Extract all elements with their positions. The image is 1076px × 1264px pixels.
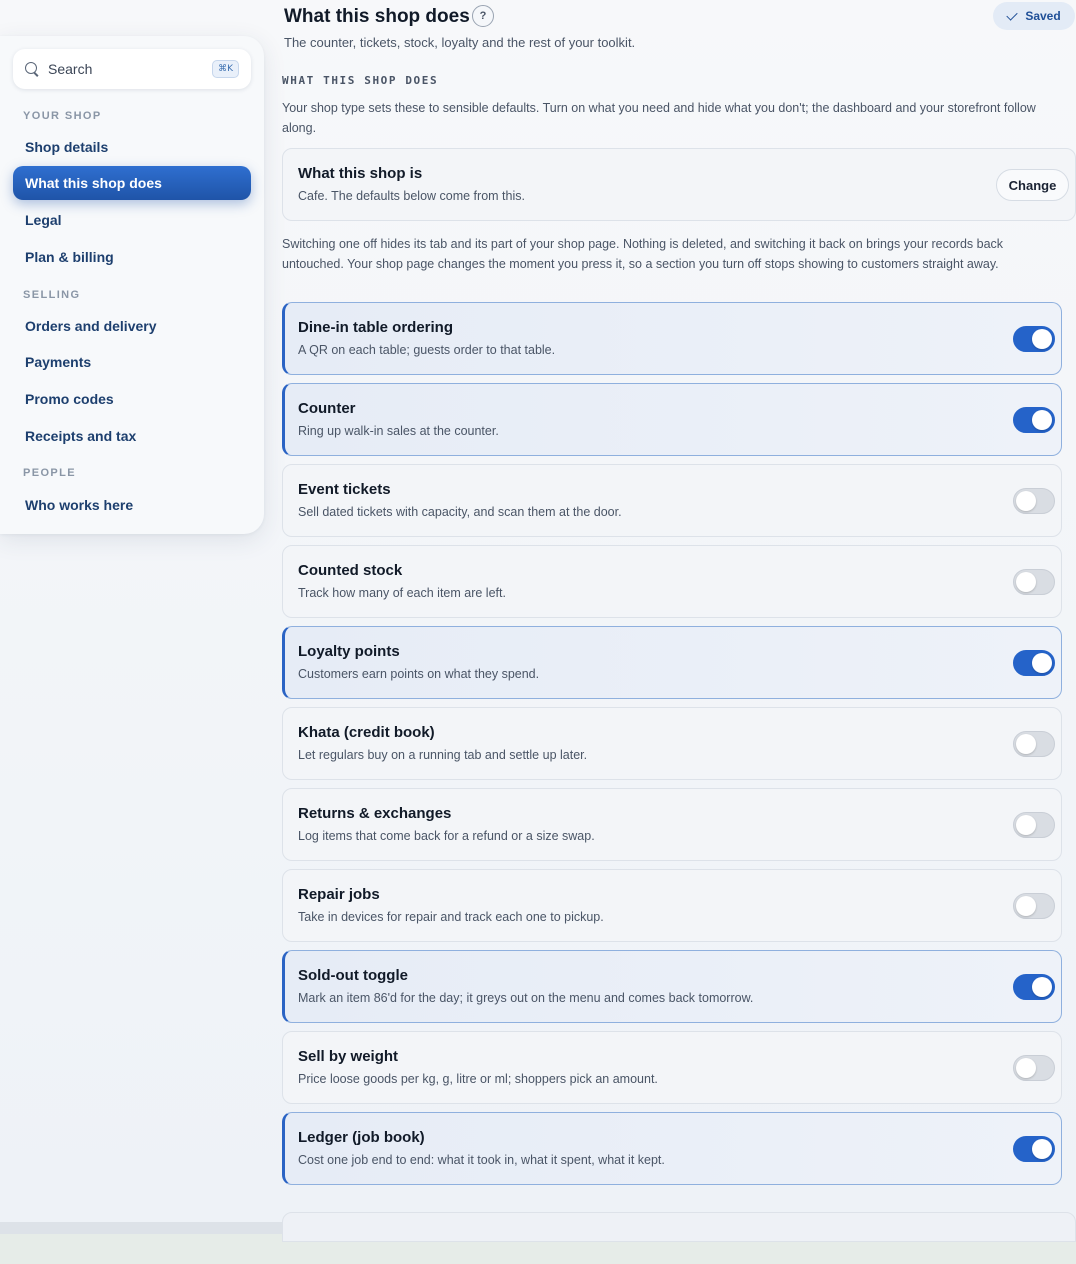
toggle-knob <box>1016 815 1036 835</box>
feature-desc: Sell dated tickets with capacity, and sc… <box>298 505 622 519</box>
check-icon <box>1006 8 1018 21</box>
toggle-knob <box>1032 653 1052 673</box>
feature-desc: Mark an item 86'd for the day; it greys … <box>298 991 754 1005</box>
toggle-knob <box>1016 734 1036 754</box>
feature-title: Counted stock <box>298 562 403 579</box>
sidebar-item-orders-delivery[interactable]: Orders and delivery <box>13 309 251 343</box>
toggle-knob <box>1016 896 1036 916</box>
feature-toggle-dine-in[interactable] <box>1013 326 1055 352</box>
feature-desc: Log items that come back for a refund or… <box>298 829 595 843</box>
feature-toggle-ledger[interactable] <box>1013 1136 1055 1162</box>
change-shop-type-button[interactable]: Change <box>996 169 1069 201</box>
feature-title: Event tickets <box>298 481 391 498</box>
feature-desc: Ring up walk-in sales at the counter. <box>298 424 499 438</box>
feature-toggle-event-tickets[interactable] <box>1013 488 1055 514</box>
toggle-knob <box>1016 572 1036 592</box>
switch-note: Switching one off hides its tab and its … <box>282 237 1004 271</box>
nav-section-people: PEOPLE <box>23 467 77 479</box>
feature-toggle-khata[interactable] <box>1013 731 1055 757</box>
settings-sidebar: Search ⌘K YOUR SHOP Shop details What th… <box>0 36 264 534</box>
feature-desc: Track how many of each item are left. <box>298 586 506 600</box>
feature-title: Repair jobs <box>298 886 380 903</box>
feature-toggle-loyalty-points[interactable] <box>1013 650 1055 676</box>
saved-status-badge: Saved <box>993 2 1075 30</box>
feature-card-khata: Khata (credit book) Let regulars buy on … <box>282 707 1062 780</box>
feature-desc: Cost one job end to end: what it took in… <box>298 1153 665 1167</box>
search-placeholder: Search <box>48 61 93 77</box>
toggle-knob <box>1032 1139 1052 1159</box>
feature-title: Sell by weight <box>298 1048 399 1065</box>
next-card-partial <box>282 1212 1076 1242</box>
feature-desc: Let regulars buy on a running tab and se… <box>298 748 588 762</box>
search-shortcut-badge: ⌘K <box>212 60 239 78</box>
nav-section-selling: SELLING <box>23 289 81 301</box>
feature-desc: Customers earn points on what they spend… <box>298 667 540 681</box>
help-icon[interactable]: ? <box>472 5 494 27</box>
feature-toggle-sell-by-weight[interactable] <box>1013 1055 1055 1081</box>
feature-title: Khata (credit book) <box>298 724 435 741</box>
feature-toggle-counted-stock[interactable] <box>1013 569 1055 595</box>
feature-card-dine-in: Dine-in table ordering A QR on each tabl… <box>282 302 1062 375</box>
feature-title: Counter <box>298 400 356 417</box>
feature-card-ledger: Ledger (job book) Cost one job end to en… <box>282 1112 1062 1185</box>
feature-card-repair-jobs: Repair jobs Take in devices for repair a… <box>282 869 1062 942</box>
feature-card-loyalty-points: Loyalty points Customers earn points on … <box>282 626 1062 699</box>
page-subtitle: The counter, tickets, stock, loyalty and… <box>284 35 636 50</box>
toggle-knob <box>1016 491 1036 511</box>
sidebar-item-promo-codes[interactable]: Promo codes <box>13 382 251 416</box>
feature-title: Returns & exchanges <box>298 805 452 822</box>
feature-card-returns: Returns & exchanges Log items that come … <box>282 788 1062 861</box>
sidebar-item-shop-details[interactable]: Shop details <box>13 130 251 164</box>
shop-type-card: What this shop is Cafe. The defaults bel… <box>282 148 1076 221</box>
toggle-knob <box>1016 1058 1036 1078</box>
sidebar-item-who-works-here[interactable]: Who works here <box>13 488 251 522</box>
nav-section-your-shop: YOUR SHOP <box>23 110 102 122</box>
feature-toggle-returns[interactable] <box>1013 812 1055 838</box>
feature-title: Dine-in table ordering <box>298 319 454 336</box>
feature-card-event-tickets: Event tickets Sell dated tickets with ca… <box>282 464 1062 537</box>
section-intro: Your shop type sets these to sensible de… <box>282 101 1036 135</box>
search-input[interactable]: Search ⌘K <box>13 49 251 89</box>
feature-title: Sold-out toggle <box>298 967 408 984</box>
sidebar-item-plan-billing[interactable]: Plan & billing <box>13 240 251 274</box>
toggle-knob <box>1032 977 1052 997</box>
sidebar-item-what-this-shop-does[interactable]: What this shop does <box>13 166 251 200</box>
feature-card-sell-by-weight: Sell by weight Price loose goods per kg,… <box>282 1031 1062 1104</box>
page-title: What this shop does <box>284 6 470 27</box>
feature-title: Loyalty points <box>298 643 400 660</box>
feature-toggle-sold-out[interactable] <box>1013 974 1055 1000</box>
shop-type-desc: Cafe. The defaults below come from this. <box>298 189 525 203</box>
feature-title: Ledger (job book) <box>298 1129 425 1146</box>
feature-desc: Price loose goods per kg, g, litre or ml… <box>298 1072 658 1086</box>
toggle-knob <box>1032 410 1052 430</box>
feature-card-sold-out: Sold-out toggle Mark an item 86'd for th… <box>282 950 1062 1023</box>
feature-desc: A QR on each table; guests order to that… <box>298 343 556 357</box>
sidebar-item-receipts-tax[interactable]: Receipts and tax <box>13 419 251 453</box>
section-label: WHAT THIS SHOP DOES <box>282 74 439 87</box>
shop-type-title: What this shop is <box>298 165 423 182</box>
feature-toggle-repair-jobs[interactable] <box>1013 893 1055 919</box>
saved-label: Saved <box>1025 9 1061 23</box>
search-icon <box>25 62 39 76</box>
feature-card-counted-stock: Counted stock Track how many of each ite… <box>282 545 1062 618</box>
sidebar-item-legal[interactable]: Legal <box>13 203 251 237</box>
toggle-knob <box>1032 329 1052 349</box>
sidebar-item-payments[interactable]: Payments <box>13 345 251 379</box>
feature-toggle-counter[interactable] <box>1013 407 1055 433</box>
feature-desc: Take in devices for repair and track eac… <box>298 910 604 924</box>
feature-card-counter: Counter Ring up walk-in sales at the cou… <box>282 383 1062 456</box>
